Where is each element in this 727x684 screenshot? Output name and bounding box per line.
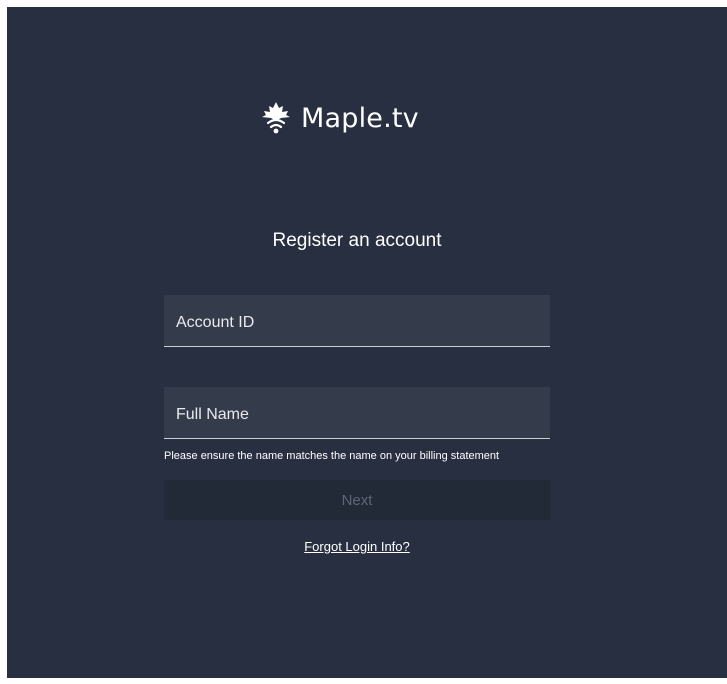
brand-name: Maple.tv	[301, 102, 419, 134]
next-button[interactable]: Next	[164, 480, 550, 520]
account-id-field[interactable]	[164, 295, 550, 347]
account-id-input[interactable]	[164, 295, 550, 346]
full-name-field[interactable]	[164, 387, 550, 439]
registration-screen: Maple.tv Register an account Please ensu…	[7, 7, 727, 678]
brand-logo: Maple.tv	[261, 97, 419, 139]
full-name-input[interactable]	[164, 387, 550, 438]
full-name-helper-text: Please ensure the name matches the name …	[164, 450, 500, 462]
forgot-login-link[interactable]: Forgot Login Info?	[304, 539, 410, 554]
page-title: Register an account	[272, 230, 442, 251]
maple-leaf-wifi-icon	[262, 102, 290, 134]
forgot-login-container: Forgot Login Info?	[7, 539, 707, 554]
